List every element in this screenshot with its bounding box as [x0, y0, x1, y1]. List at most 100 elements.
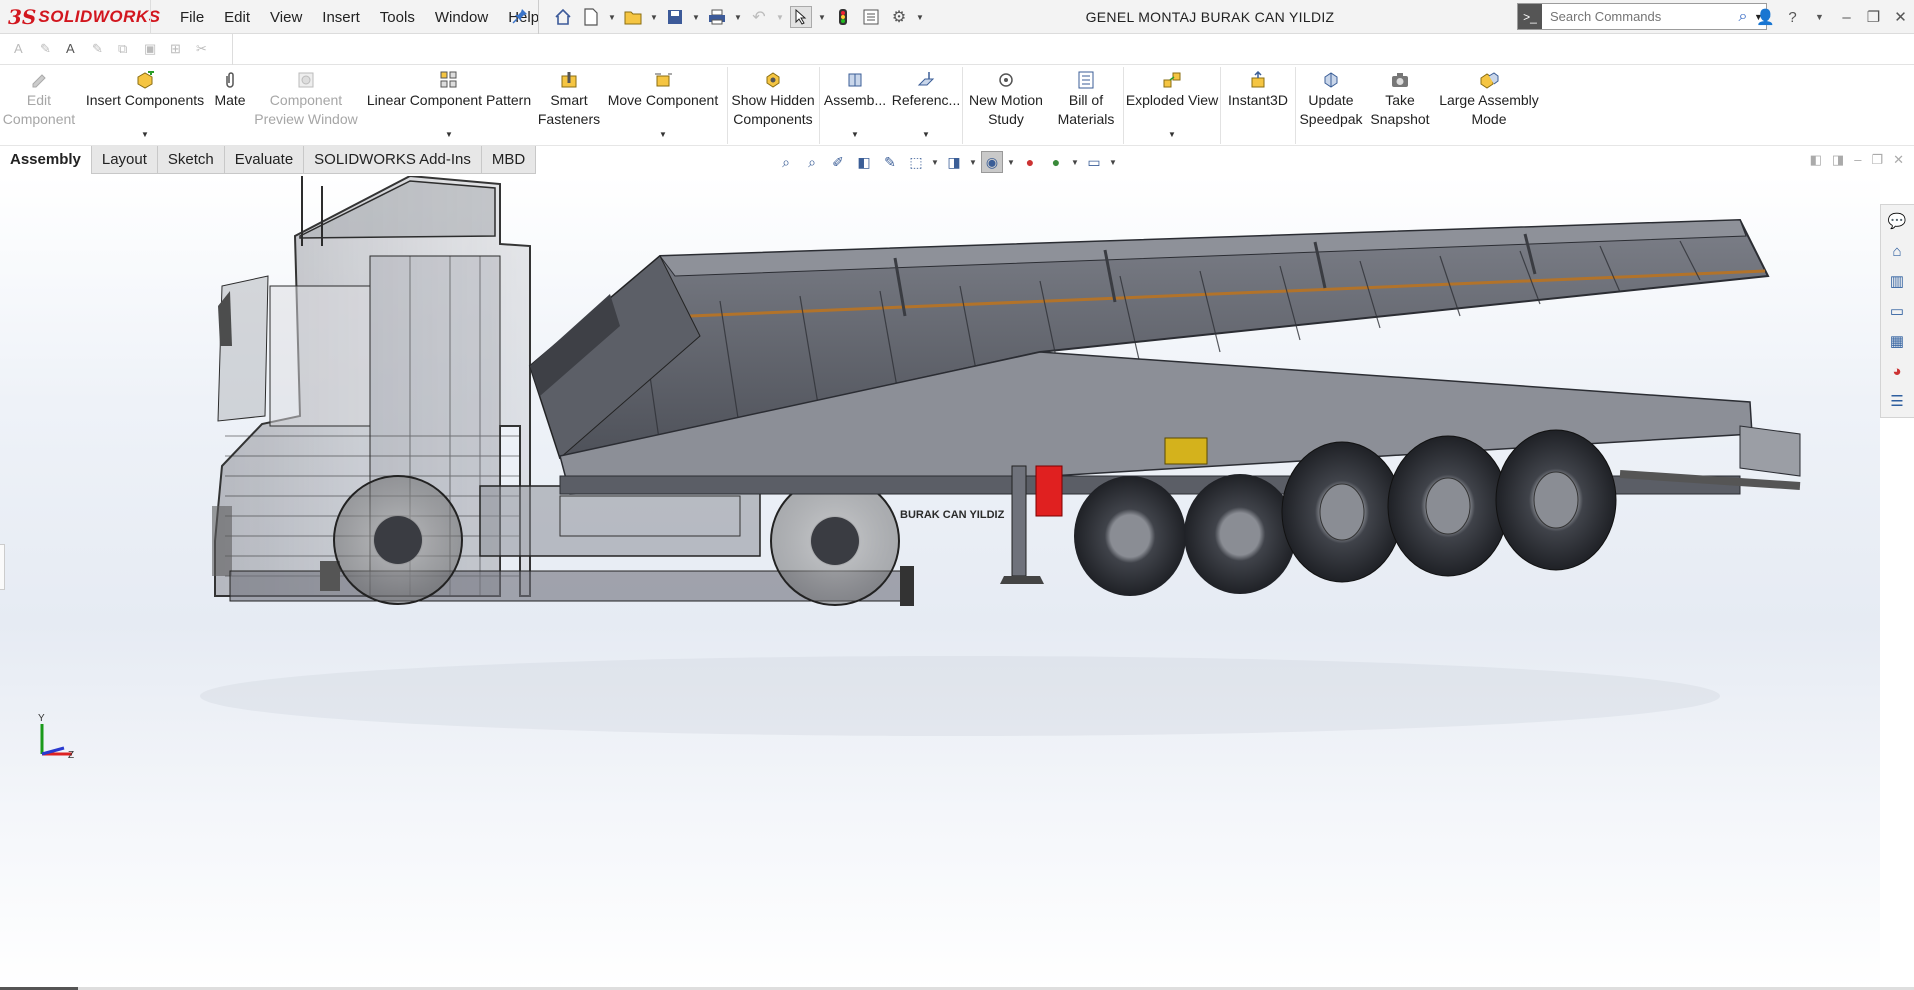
select-cursor-icon[interactable]: [790, 6, 812, 28]
display-style-icon[interactable]: ◨: [943, 151, 965, 173]
chevron-down-icon[interactable]: ▼: [141, 125, 149, 144]
home-icon[interactable]: [552, 6, 574, 28]
tab-evaluate[interactable]: Evaluate: [224, 146, 305, 174]
edit-sketch-icon[interactable]: ✎: [92, 41, 110, 59]
dynamic-annotation-icon[interactable]: ✎: [879, 151, 901, 173]
chevron-down-icon[interactable]: ▼: [922, 125, 930, 144]
pin-menu-icon[interactable]: [512, 8, 528, 24]
chevron-down-icon[interactable]: ▼: [734, 13, 742, 22]
bill-of-materials-button[interactable]: Bill of Materials: [1049, 65, 1123, 146]
home-icon[interactable]: ⌂: [1881, 239, 1913, 263]
apply-scene-icon[interactable]: ●: [1045, 151, 1067, 173]
smart-fasteners-button[interactable]: Smart Fasteners: [538, 65, 600, 146]
file-explorer-icon[interactable]: ▭: [1881, 299, 1913, 323]
instant3d-button[interactable]: Instant3D: [1221, 65, 1295, 146]
edit-component-button[interactable]: Edit Component: [0, 65, 78, 146]
section-view-icon[interactable]: ◧: [853, 151, 875, 173]
chevron-down-icon[interactable]: ▼: [608, 13, 616, 22]
zoom-to-area-icon[interactable]: ⌕: [801, 151, 823, 173]
chevron-down-icon[interactable]: ▼: [445, 125, 453, 144]
hide-show-items-icon[interactable]: ◉: [981, 151, 1003, 173]
options-gear-icon[interactable]: ⚙: [888, 6, 910, 28]
appearances-icon[interactable]: ◕: [1881, 359, 1913, 383]
close-icon[interactable]: ✕: [1893, 152, 1904, 168]
view-palette-icon[interactable]: ▦: [1881, 329, 1913, 353]
menu-insert[interactable]: Insert: [312, 9, 370, 26]
menu-window[interactable]: Window: [425, 9, 498, 26]
sketch-text-icon[interactable]: A: [14, 41, 32, 59]
chevron-down-icon[interactable]: ▼: [776, 13, 784, 22]
user-account-icon[interactable]: 👤: [1752, 8, 1779, 26]
large-assembly-mode-button[interactable]: Large Assembly Mode: [1434, 65, 1544, 146]
save-icon[interactable]: [664, 6, 686, 28]
search-icon[interactable]: ⌕: [1732, 8, 1754, 26]
chevron-down-icon[interactable]: ▼: [659, 125, 667, 144]
tab-layout[interactable]: Layout: [91, 146, 158, 174]
tab-assembly[interactable]: Assembly: [0, 146, 92, 174]
menu-view[interactable]: View: [260, 9, 312, 26]
search-input[interactable]: [1542, 9, 1732, 24]
move-component-button[interactable]: Move Component ▼: [600, 65, 726, 146]
entities-icon[interactable]: ▣: [144, 41, 162, 59]
chevron-down-icon[interactable]: ▼: [1168, 125, 1176, 144]
close-icon[interactable]: ✕: [1887, 8, 1914, 26]
previous-view-icon[interactable]: ✐: [827, 151, 849, 173]
feature-manager-expand-handle[interactable]: [0, 544, 5, 590]
chevron-down-icon[interactable]: ▼: [692, 13, 700, 22]
zoom-to-fit-icon[interactable]: ⌕: [775, 151, 797, 173]
tab-sketch[interactable]: Sketch: [157, 146, 225, 174]
solidworks-logo[interactable]: 3S SOLIDWORKS: [8, 5, 160, 29]
trim-icon[interactable]: ✂: [196, 41, 214, 59]
print-icon[interactable]: [706, 6, 728, 28]
insert-components-button[interactable]: Insert Components ▼: [82, 65, 208, 146]
tile-right-icon[interactable]: ◨: [1832, 152, 1844, 168]
linear-component-pattern-button[interactable]: Linear Component Pattern ▼: [360, 65, 538, 146]
reference-geometry-button[interactable]: Referenc... ▼: [890, 65, 962, 146]
view-settings-monitor-icon[interactable]: ▭: [1083, 151, 1105, 173]
edit-appearance-icon[interactable]: ●: [1019, 151, 1041, 173]
file-properties-icon[interactable]: [860, 6, 882, 28]
minimize-icon[interactable]: –: [1854, 152, 1861, 168]
graphics-area[interactable]: BURAK CAN YILDIZ Y Z: [0, 176, 1880, 990]
chevron-down-icon[interactable]: ▼: [969, 158, 977, 167]
take-snapshot-button[interactable]: Take Snapshot: [1366, 65, 1434, 146]
view-orientation-icon[interactable]: ⬚: [905, 151, 927, 173]
sketch-tool-icon[interactable]: ✎: [40, 41, 58, 59]
tab-mbd[interactable]: MBD: [481, 146, 537, 174]
new-motion-study-button[interactable]: New Motion Study: [963, 65, 1049, 146]
design-library-icon[interactable]: ▥: [1881, 269, 1913, 293]
chevron-down-icon[interactable]: ▼: [1806, 12, 1833, 22]
component-preview-window-button[interactable]: Component Preview Window: [252, 65, 360, 146]
mate-button[interactable]: Mate: [208, 65, 252, 146]
new-document-icon[interactable]: [580, 6, 602, 28]
restore-icon[interactable]: ❐: [1871, 152, 1883, 168]
chevron-down-icon[interactable]: ▼: [818, 13, 826, 22]
search-commands-box[interactable]: >_ ⌕ ▼: [1517, 3, 1767, 30]
tile-left-icon[interactable]: ◧: [1810, 152, 1822, 168]
repair-sketch-icon[interactable]: ⊞: [170, 41, 188, 59]
chevron-down-icon[interactable]: ▼: [1071, 158, 1079, 167]
solidworks-resources-icon[interactable]: 💬: [1881, 209, 1913, 233]
undo-icon[interactable]: ↶: [748, 6, 770, 28]
auto-dimension-icon[interactable]: A: [66, 41, 84, 59]
open-folder-icon[interactable]: [622, 6, 644, 28]
show-hidden-components-button[interactable]: Show Hidden Components: [728, 65, 818, 146]
chevron-down-icon[interactable]: ▼: [931, 158, 939, 167]
tab-solidworks-add-ins[interactable]: SOLIDWORKS Add-Ins: [304, 146, 482, 174]
update-speedpak-button[interactable]: Update Speedpak: [1296, 65, 1366, 146]
copy-entities-icon[interactable]: ⧉: [118, 41, 136, 59]
custom-properties-icon[interactable]: ☰: [1881, 389, 1913, 413]
menu-file[interactable]: File: [170, 9, 214, 26]
menu-edit[interactable]: Edit: [214, 9, 260, 26]
chevron-down-icon[interactable]: ▼: [1007, 158, 1015, 167]
exploded-view-button[interactable]: Exploded View ▼: [1124, 65, 1220, 146]
menu-tools[interactable]: Tools: [370, 9, 425, 26]
restore-icon[interactable]: ❐: [1860, 8, 1887, 26]
chevron-down-icon[interactable]: ▼: [650, 13, 658, 22]
chevron-down-icon[interactable]: ▼: [916, 13, 924, 22]
chevron-down-icon[interactable]: ▼: [851, 125, 859, 144]
chevron-down-icon[interactable]: ▼: [1109, 158, 1117, 167]
minimize-icon[interactable]: –: [1833, 9, 1860, 26]
assembly-features-button[interactable]: Assemb... ▼: [820, 65, 890, 146]
rebuild-traffic-light-icon[interactable]: [832, 6, 854, 28]
